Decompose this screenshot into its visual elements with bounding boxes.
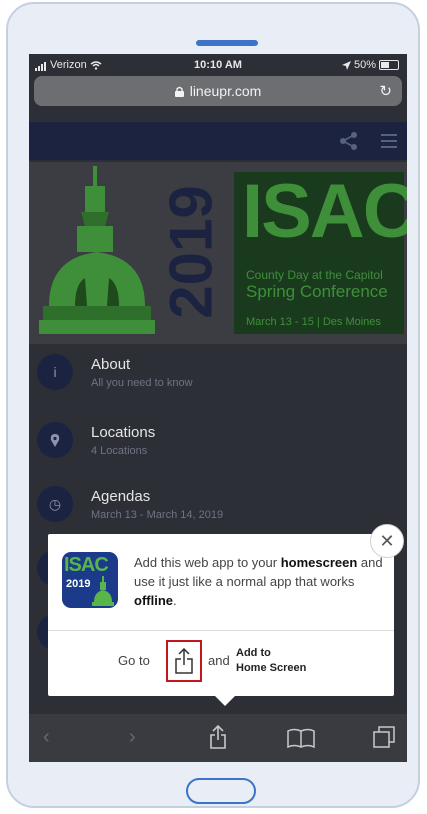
and-text: and — [208, 653, 230, 668]
speaker — [196, 40, 258, 46]
list-item-subtitle: 4 Locations — [91, 445, 148, 457]
hero-banner: 2019 ISAC County Day at the Capitol Spri… — [29, 162, 407, 344]
isac-title: ISAC — [242, 169, 407, 254]
app-icon-title: ISAC — [64, 554, 109, 576]
hamburger-menu-icon[interactable] — [381, 134, 397, 152]
divider — [48, 630, 394, 631]
list-item-title: Agendas — [91, 488, 151, 505]
url-text: lineupr.com — [189, 83, 262, 99]
tabs-icon[interactable] — [373, 726, 395, 748]
event-line-1: County Day at the Capitol — [246, 268, 383, 282]
location-arrow-icon — [341, 60, 351, 70]
isac-logo-panel: ISAC County Day at the Capitol Spring Co… — [234, 169, 407, 334]
list-item-subtitle: All you need to know — [91, 377, 193, 389]
home-button[interactable] — [186, 778, 256, 804]
app-icon: ISAC 2019 — [62, 552, 118, 608]
event-line-3: March 13 - 15 | Des Moines — [246, 316, 381, 328]
info-icon: i — [37, 354, 73, 390]
share-icon[interactable] — [209, 725, 227, 749]
list-item-locations[interactable]: Locations 4 Locations — [29, 412, 407, 472]
list-item-title: About — [91, 356, 131, 373]
popup-pointer — [215, 696, 235, 706]
reload-icon[interactable]: ↻ — [379, 82, 392, 100]
dome-icon — [92, 576, 114, 606]
capitol-dome-icon — [39, 166, 155, 334]
year-vertical: 2019 — [157, 185, 225, 319]
list-item-about[interactable]: i About All you need to know — [29, 344, 407, 404]
close-icon[interactable]: ✕ — [370, 524, 404, 558]
popup-message: Add this web app to your homescreen and … — [134, 555, 383, 608]
clock-icon: ◷ — [37, 486, 73, 522]
bookmarks-icon[interactable] — [287, 728, 315, 748]
list-item-agendas[interactable]: ◷ Agendas March 13 - March 14, 2019 — [29, 476, 407, 536]
lock-icon — [174, 86, 184, 97]
battery-icon — [379, 60, 399, 70]
back-icon[interactable]: ‹ — [43, 726, 50, 749]
status-bar: Verizon 10:10 AM 50% — [29, 54, 407, 76]
address-bar[interactable]: lineupr.com ↻ — [34, 76, 402, 106]
app-header — [29, 122, 407, 160]
share-icon[interactable] — [166, 640, 202, 682]
forward-icon[interactable]: › — [129, 726, 136, 749]
browser-toolbar: ‹ › — [29, 714, 407, 762]
list-item-subtitle: March 13 - March 14, 2019 — [91, 509, 224, 521]
list-item-title: Locations — [91, 424, 156, 441]
location-pin-icon — [37, 422, 73, 458]
goto-text: Go to — [118, 653, 150, 668]
add-to-home-screen-label: Add to Home Screen — [236, 647, 307, 674]
battery-percent: 50% — [353, 59, 376, 71]
share-icon[interactable] — [339, 131, 359, 151]
add-to-homescreen-popup: ISAC 2019 Add this web app to your homes… — [48, 524, 404, 706]
event-line-2: Spring Conference — [246, 282, 388, 301]
app-icon-year: 2019 — [66, 578, 91, 590]
